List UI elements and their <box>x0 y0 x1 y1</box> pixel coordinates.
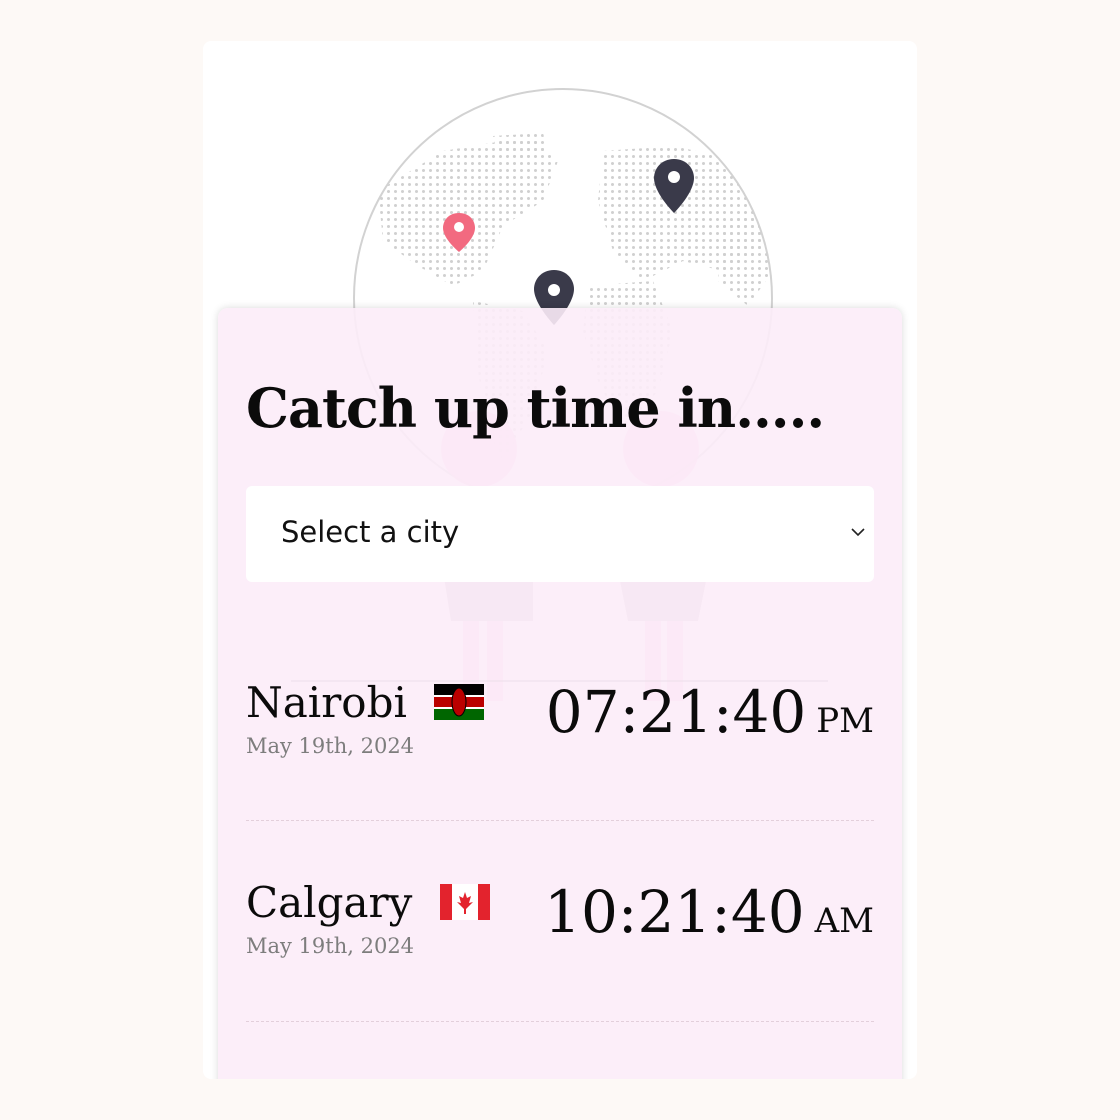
city-select[interactable]: Select a city <box>246 486 874 582</box>
clock-period: AM <box>814 901 874 941</box>
page-title: Catch up time in..... <box>246 376 825 440</box>
row-divider <box>246 1021 874 1022</box>
clock-row-nairobi: Nairobi May 19th, 2024 07:21:40 PM <box>246 678 874 818</box>
time-card: Catch up time in..... Select a city Nair… <box>218 308 902 1079</box>
canada-flag-icon <box>439 884 490 920</box>
city-name-row: Nairobi <box>246 678 485 727</box>
date-label: May 19th, 2024 <box>246 934 415 958</box>
clock-row-calgary: Calgary May 19th, 2024 10:21:40 AM <box>246 878 874 1018</box>
kenya-flag-icon <box>434 684 485 720</box>
row-divider <box>246 820 874 821</box>
clock-time: 10:21:40 <box>544 878 805 946</box>
app-frame: Catch up time in..... Select a city Nair… <box>203 41 917 1079</box>
clock-time: 07:21:40 <box>545 678 807 746</box>
time-display: 10:21:40 AM <box>544 878 874 946</box>
city-name: Nairobi <box>246 678 407 727</box>
city-name: Calgary <box>246 878 413 927</box>
chevron-down-icon <box>851 528 865 537</box>
city-name-row: Calgary <box>246 878 490 927</box>
city-select-value: Select a city <box>281 515 460 549</box>
time-display: 07:21:40 PM <box>546 678 874 746</box>
date-label: May 19th, 2024 <box>246 734 415 758</box>
clock-period: PM <box>816 701 874 741</box>
